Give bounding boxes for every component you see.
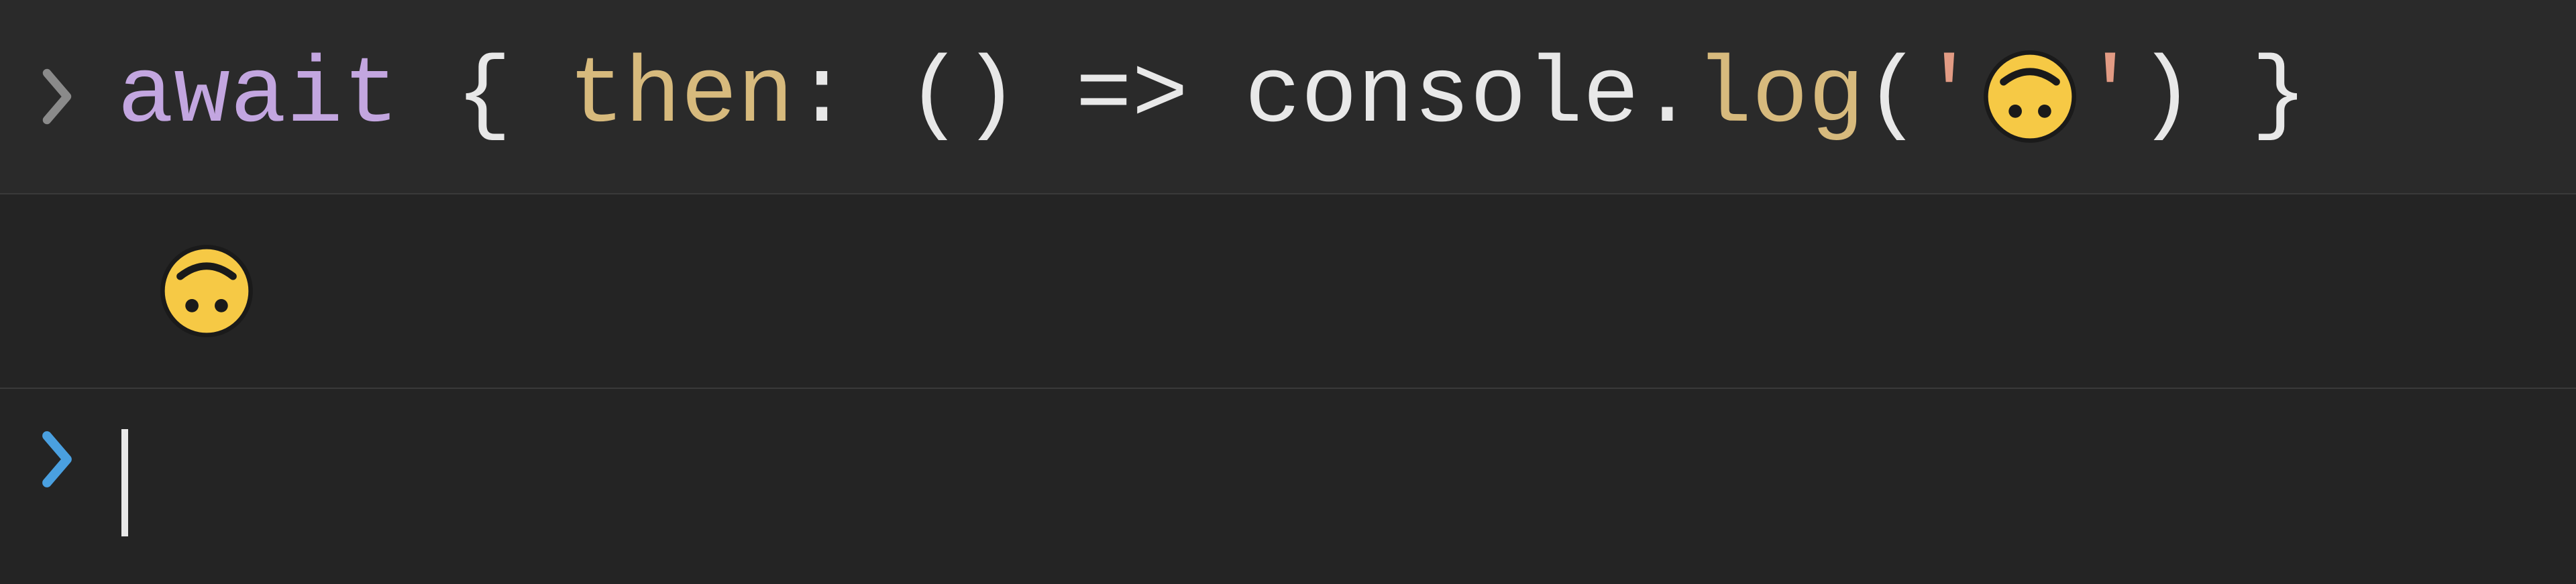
chevron-right-icon	[37, 429, 77, 489]
chevron-right-icon	[37, 66, 77, 127]
token-lbrace: {	[455, 45, 512, 148]
console-input-past-row: await { then: () => console.log(' ') }	[0, 0, 2576, 194]
token-method-log: log	[1695, 45, 1864, 148]
token-rparen2: )	[2139, 45, 2195, 148]
console-output[interactable]	[154, 244, 259, 338]
token-lparen: (	[906, 45, 963, 148]
token-keyword-await: await	[117, 45, 399, 148]
devtools-console: await { then: () => console.log(' ') }	[0, 0, 2576, 584]
upside-down-face-icon	[160, 244, 254, 338]
token-space	[2195, 45, 2251, 148]
token-arrow: =>	[1075, 45, 1188, 148]
token-prop-then: then	[568, 45, 794, 148]
token-space	[850, 45, 906, 148]
console-input-current[interactable]	[117, 429, 128, 536]
token-lparen2: (	[1864, 45, 1921, 148]
token-space	[1019, 45, 1075, 148]
token-string-quote-open: '	[1921, 45, 1978, 148]
token-space	[512, 45, 568, 148]
token-ident-console: console	[1244, 45, 1639, 148]
text-cursor-icon	[121, 429, 128, 536]
upside-down-face-icon	[1983, 50, 2077, 143]
console-code-past[interactable]: await { then: () => console.log(' ') }	[117, 45, 2308, 148]
token-rbrace: }	[2251, 45, 2308, 148]
console-output-row	[0, 194, 2576, 389]
token-string-quote-close: '	[2082, 45, 2139, 148]
token-colon: :	[794, 45, 850, 148]
token-space	[1188, 45, 1244, 148]
token-space	[399, 45, 455, 148]
console-input-current-row[interactable]	[0, 389, 2576, 584]
token-dot: .	[1639, 45, 1695, 148]
token-rparen: )	[963, 45, 1019, 148]
